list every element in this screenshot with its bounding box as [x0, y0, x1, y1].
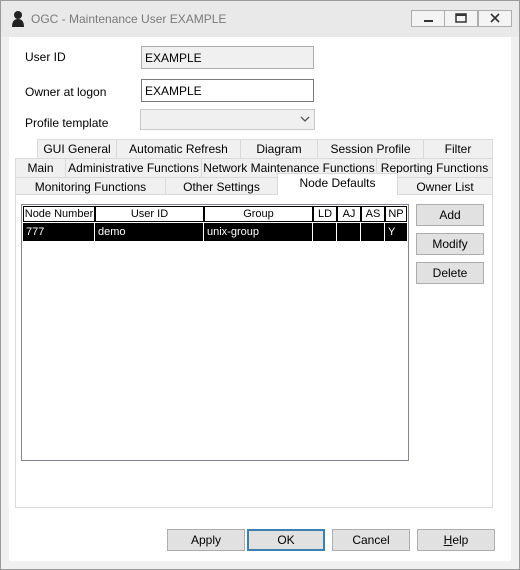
profile-template-label: Profile template — [25, 116, 109, 130]
modify-button[interactable]: Modify — [416, 233, 484, 255]
table-row[interactable]: 777 demo unix-group Y — [23, 223, 407, 241]
tab-administrative-functions[interactable]: Administrative Functions — [65, 158, 202, 177]
owner-at-logon-field[interactable]: EXAMPLE — [141, 79, 314, 102]
cell-ld — [313, 223, 337, 241]
cell-node-number: 777 — [23, 223, 95, 241]
node-defaults-panel: Node Number User ID Group LD AJ AS NP 77… — [15, 194, 493, 508]
cell-as — [361, 223, 385, 241]
cell-np: Y — [388, 226, 396, 238]
maximize-button[interactable] — [444, 10, 478, 27]
tab-automatic-refresh[interactable]: Automatic Refresh — [116, 139, 241, 158]
tab-filter[interactable]: Filter — [423, 139, 493, 158]
column-header-user-id[interactable]: User ID — [95, 206, 204, 222]
tab-main[interactable]: Main — [15, 158, 66, 177]
cell-aj — [337, 223, 361, 241]
minimize-button[interactable] — [411, 10, 445, 27]
dialog-content: User ID EXAMPLE Owner at logon EXAMPLE P… — [9, 37, 511, 561]
delete-button[interactable]: Delete — [416, 262, 484, 284]
add-button[interactable]: Add — [416, 204, 484, 226]
ok-button[interactable]: OK — [247, 529, 325, 551]
column-header-np[interactable]: NP — [385, 206, 407, 222]
profile-template-select[interactable] — [140, 109, 315, 130]
tab-session-profile[interactable]: Session Profile — [317, 139, 424, 158]
cancel-button[interactable]: Cancel — [332, 529, 410, 551]
window-title: OGC - Maintenance User EXAMPLE — [31, 12, 227, 26]
maximize-icon — [455, 13, 467, 23]
tab-gui-general[interactable]: GUI General — [37, 139, 117, 158]
column-header-as[interactable]: AS — [361, 206, 385, 222]
column-header-node-number[interactable]: Node Number — [23, 206, 95, 222]
cell-user-id: demo — [95, 223, 204, 241]
tab-node-defaults[interactable]: Node Defaults — [277, 173, 398, 195]
owner-label: Owner at logon — [25, 85, 107, 99]
close-button[interactable] — [478, 10, 512, 27]
column-header-ld[interactable]: LD — [313, 206, 337, 222]
dialog-window: OGC - Maintenance User EXAMPLE User ID E… — [0, 0, 520, 570]
column-header-aj[interactable]: AJ — [337, 206, 361, 222]
minimize-icon — [424, 20, 433, 22]
user-id-label: User ID — [25, 50, 66, 64]
user-id-field[interactable]: EXAMPLE — [141, 46, 314, 69]
help-label-rest: elp — [452, 533, 469, 547]
user-icon — [12, 11, 24, 27]
tab-diagram[interactable]: Diagram — [240, 139, 318, 158]
node-defaults-table[interactable]: Node Number User ID Group LD AJ AS NP 77… — [21, 204, 409, 461]
chevron-down-icon — [300, 116, 310, 122]
help-button[interactable]: Help — [417, 529, 495, 551]
close-icon — [490, 13, 500, 23]
title-bar: OGC - Maintenance User EXAMPLE — [1, 1, 519, 37]
cell-group: unix-group — [204, 223, 313, 241]
apply-button[interactable]: Apply — [167, 529, 245, 551]
column-header-group[interactable]: Group — [204, 206, 313, 222]
